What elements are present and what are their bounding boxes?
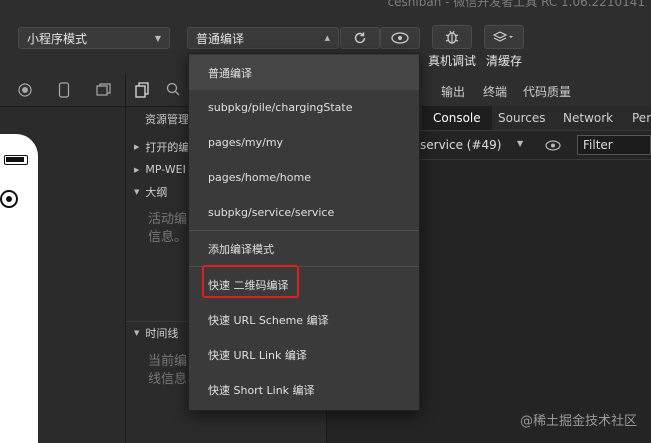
phone-icon[interactable] — [58, 82, 70, 98]
bug-icon — [445, 30, 459, 44]
tree-open-editors[interactable]: ▶ 打开的编 — [134, 139, 189, 155]
dropdown-item-normal-compile[interactable]: 普通编译 — [189, 55, 419, 90]
phone-screen — [0, 134, 38, 443]
chevron-up-icon: ▲ — [324, 34, 330, 42]
mode-select-value: 小程序模式 — [27, 31, 88, 46]
window-icon[interactable] — [96, 83, 111, 96]
timeline-empty-text: 当前编 线信息 — [148, 354, 188, 387]
dropdown-item-quick-url-link[interactable]: 快速 URL Link 编译 — [189, 337, 419, 372]
compile-select-value: 普通编译 — [196, 31, 245, 46]
outline-empty-text: 活动编 信息。 — [148, 212, 188, 245]
mode-select[interactable]: 小程序模式 ▼ — [18, 27, 170, 49]
real-device-debug-button[interactable] — [432, 25, 472, 49]
caret-down-icon: ▼ — [134, 188, 140, 196]
tab-performance[interactable]: Perf — [632, 111, 651, 125]
dropdown-item-quick-url-scheme[interactable]: 快速 URL Scheme 编译 — [189, 302, 419, 337]
search-icon[interactable] — [166, 82, 180, 96]
compile-mode-dropdown: 普通编译 subpkg/pile/chargingState pages/my/… — [188, 53, 420, 411]
watermark: @稀土掘金技术社区 — [519, 414, 637, 429]
clear-cache-button[interactable] — [484, 25, 524, 49]
explorer-header: 资源管理 — [145, 113, 189, 126]
dropdown-item-home[interactable]: pages/home/home — [189, 160, 419, 195]
dropdown-item-add-compile-mode[interactable]: 添加编译模式 — [189, 231, 419, 266]
context-select[interactable]: service (#49) — [420, 138, 502, 152]
tree-project[interactable]: ▶ MP-WEI — [134, 163, 186, 176]
tree-outline[interactable]: ▼ 大纲 — [134, 184, 167, 200]
tab-output[interactable]: 输出 — [441, 83, 465, 100]
eye-icon — [391, 32, 409, 44]
tab-console[interactable]: Console — [422, 106, 492, 130]
tab-terminal[interactable]: 终端 — [483, 83, 507, 100]
layers-icon — [493, 31, 513, 42]
record-icon[interactable] — [18, 83, 32, 97]
filter-input[interactable]: Filter — [577, 135, 651, 155]
battery-icon — [4, 155, 28, 165]
tree-timeline[interactable]: ▼ 时间线 — [134, 325, 178, 341]
chevron-down-icon[interactable]: ▼ — [517, 139, 523, 148]
clear-cache-label[interactable]: 清缓存 — [486, 52, 522, 69]
refresh-button[interactable] — [340, 27, 380, 49]
tab-code-quality[interactable]: 代码质量 — [523, 83, 571, 100]
dropdown-item-charging-state[interactable]: subpkg/pile/chargingState — [189, 90, 419, 125]
window-title: ceshiban - 微信开发者工具 RC 1.06.2210141 — [387, 0, 645, 9]
highlight-annotation — [202, 265, 299, 298]
dropdown-item-my[interactable]: pages/my/my — [189, 125, 419, 160]
caret-right-icon: ▶ — [134, 143, 140, 151]
tab-sources[interactable]: Sources — [498, 111, 545, 125]
refresh-icon — [354, 32, 366, 44]
eye-icon[interactable] — [545, 140, 561, 151]
real-device-debug-label[interactable]: 真机调试 — [428, 52, 476, 69]
chevron-down-icon: ▼ — [154, 33, 161, 43]
preview-button[interactable] — [380, 27, 420, 49]
capsule-close-icon[interactable] — [0, 190, 18, 208]
simulator-toolbar — [0, 74, 125, 107]
dropdown-item-quick-short-link[interactable]: 快速 Short Link 编译 — [189, 372, 419, 407]
caret-right-icon: ▶ — [134, 165, 140, 174]
files-icon[interactable] — [135, 82, 149, 98]
dropdown-item-service[interactable]: subpkg/service/service — [189, 195, 419, 230]
tab-network[interactable]: Network — [563, 111, 613, 125]
caret-down-icon: ▼ — [134, 329, 140, 337]
compile-select[interactable]: 普通编译 ▲ — [187, 27, 339, 49]
